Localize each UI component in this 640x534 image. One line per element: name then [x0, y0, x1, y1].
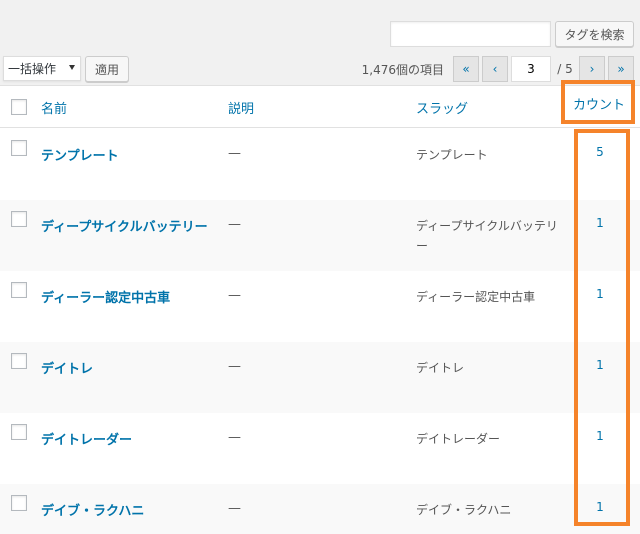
table-row: ディーラー認定中古車 — ディーラー認定中古車 1 — [0, 271, 640, 342]
count-header-highlight — [561, 80, 635, 124]
table-row: テンプレート — テンプレート 5 — [0, 129, 640, 200]
row-checkbox[interactable] — [11, 211, 27, 227]
column-slug-header[interactable]: スラッグ — [416, 98, 468, 117]
search-tags-button[interactable]: タグを検索 — [555, 21, 634, 47]
table-row: デイトレ — デイトレ 1 — [0, 342, 640, 413]
table-row: デイブ・ラクハニ — デイブ・ラクハニ 1 — [0, 484, 640, 534]
column-description-header: 説明 — [228, 102, 255, 117]
tag-slug: ディープサイクルバッテリー — [416, 219, 558, 253]
first-page-button[interactable]: « — [453, 56, 479, 82]
row-checkbox[interactable] — [11, 282, 27, 298]
bulk-actions-select[interactable]: 一括操作 — [3, 56, 81, 81]
bulk-actions-label: 一括操作 — [8, 62, 57, 76]
tag-slug: デイトレ — [416, 361, 465, 375]
tags-table: 名前 説明 スラッグ カウント テンプレート — テンプレート 5 ディープサイ… — [0, 85, 640, 534]
apply-button[interactable]: 適用 — [85, 56, 129, 82]
prev-page-button[interactable]: ‹ — [482, 56, 508, 82]
next-page-button[interactable]: › — [579, 56, 605, 82]
tag-description: — — [228, 146, 241, 161]
tag-description: — — [228, 217, 241, 232]
tag-description: — — [228, 501, 241, 516]
tag-name-link[interactable]: デイトレーダー — [41, 429, 132, 448]
tag-slug: テンプレート — [416, 148, 488, 162]
row-checkbox[interactable] — [11, 140, 27, 156]
tag-slug: ディーラー認定中古車 — [416, 290, 536, 304]
count-column-highlight — [574, 129, 630, 526]
row-checkbox[interactable] — [11, 495, 27, 511]
tag-name-link[interactable]: テンプレート — [41, 145, 119, 164]
tag-name-link[interactable]: ディープサイクルバッテリー — [41, 216, 208, 235]
tag-description: — — [228, 288, 241, 303]
current-page-input[interactable] — [511, 56, 551, 82]
select-all-checkbox[interactable] — [11, 99, 27, 115]
row-checkbox[interactable] — [11, 353, 27, 369]
table-header: 名前 説明 スラッグ カウント — [0, 86, 640, 128]
tag-slug: デイブ・ラクハニ — [416, 503, 512, 517]
tag-search-input[interactable] — [390, 21, 551, 47]
tag-slug: デイトレーダー — [416, 432, 501, 446]
tag-name-link[interactable]: デイトレ — [41, 358, 93, 377]
items-count: 1,476個の項目 — [361, 62, 444, 77]
total-pages: / 5 — [557, 62, 573, 76]
table-row: デイトレーダー — デイトレーダー 1 — [0, 413, 640, 484]
tag-name-link[interactable]: デイブ・ラクハニ — [41, 500, 144, 519]
tag-description: — — [228, 359, 241, 374]
column-name-header[interactable]: 名前 — [41, 98, 67, 117]
last-page-button[interactable]: » — [608, 56, 634, 82]
row-checkbox[interactable] — [11, 424, 27, 440]
table-row: ディープサイクルバッテリー — ディープサイクルバッテリー 1 — [0, 200, 640, 271]
tag-description: — — [228, 430, 241, 445]
chevron-down-icon — [69, 65, 75, 70]
tag-name-link[interactable]: ディーラー認定中古車 — [41, 287, 170, 306]
